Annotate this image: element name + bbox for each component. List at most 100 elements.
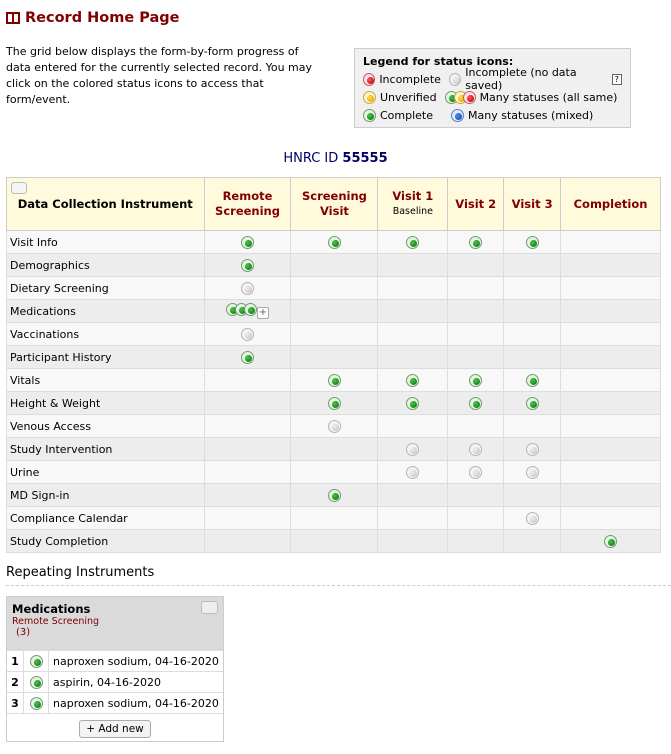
instrument-name: Visit Info: [6, 230, 205, 254]
table-row: Vitals: [6, 368, 661, 392]
list-item: 1 naproxen sodium, 04-16-2020: [7, 650, 223, 672]
status-cell: [560, 368, 661, 392]
complete-status-icon[interactable]: [29, 654, 43, 668]
status-cell: [447, 345, 505, 369]
complete-status-icon[interactable]: [327, 396, 341, 410]
status-cell: [560, 230, 661, 254]
status-cell: [377, 460, 449, 484]
event-name: Screening Visit: [301, 189, 367, 218]
complete-status-icon[interactable]: [469, 373, 483, 387]
status-cell: [377, 276, 449, 300]
instance-number: 2: [11, 675, 19, 689]
event-name: Visit 2: [455, 196, 497, 211]
complete-status-icon[interactable]: [29, 696, 43, 710]
table-row: Study Intervention: [6, 437, 661, 461]
complete-status-icon[interactable]: [525, 396, 539, 410]
status-cell: [503, 437, 562, 461]
complete-status-icon[interactable]: [469, 235, 483, 249]
status-cell: [447, 230, 505, 254]
status-cell: [290, 529, 379, 553]
add-new-button[interactable]: + Add new: [79, 720, 151, 738]
legend-incomplete: Incomplete: [379, 72, 441, 86]
record-id-label: HNRC ID: [283, 151, 339, 166]
status-cell: [290, 230, 379, 254]
status-cell: [23, 650, 49, 672]
complete-status-icon[interactable]: [469, 396, 483, 410]
legend-unverified: Unverified: [380, 90, 437, 104]
instrument-header-label: Data Collection Instrument: [17, 196, 193, 211]
status-cell: [560, 529, 661, 553]
complete-status-icon[interactable]: [406, 373, 420, 387]
complete-status-icon[interactable]: [525, 235, 539, 249]
status-cell: [503, 253, 562, 277]
instrument-name: MD Sign-in: [6, 483, 205, 507]
book-icon: [6, 12, 20, 24]
help-icon[interactable]: ?: [611, 73, 623, 85]
status-cell: [503, 299, 562, 323]
repeating-panel-header: Medications Remote Screening (3): [7, 597, 223, 650]
incomplete-no-data-status-icon[interactable]: [525, 465, 539, 479]
complete-status-icon[interactable]: [406, 396, 420, 410]
status-cell: [290, 391, 379, 415]
instrument-name: Urine: [6, 460, 205, 484]
collapse-icon[interactable]: [11, 182, 27, 194]
many-statuses-same-icon[interactable]: [226, 303, 257, 316]
complete-status-icon[interactable]: [327, 235, 341, 249]
table-row: Dietary Screening: [6, 276, 661, 300]
incomplete-no-data-status-icon[interactable]: [241, 327, 254, 341]
complete-status-icon[interactable]: [406, 235, 420, 249]
record-status-grid: Data Collection Instrument Remote Screen…: [6, 177, 661, 553]
instrument-name: Compliance Calendar: [6, 506, 205, 530]
status-cell: [290, 276, 379, 300]
table-row: MD Sign-in: [6, 483, 661, 507]
status-cell: [447, 529, 505, 553]
incomplete-no-data-status-icon[interactable]: [406, 465, 420, 479]
instance-label: naproxen sodium, 04-16-2020: [53, 696, 219, 710]
unverified-status-icon: [363, 90, 376, 104]
table-row: Visit Info: [6, 230, 661, 254]
complete-status-icon[interactable]: [241, 350, 254, 364]
complete-status-icon: [363, 108, 376, 122]
collapse-panel-icon[interactable]: [201, 601, 218, 614]
incomplete-no-data-status-icon[interactable]: [406, 442, 420, 456]
table-row: Vaccinations: [6, 322, 661, 346]
incomplete-no-data-status-icon[interactable]: [241, 281, 254, 295]
status-cell: [560, 437, 661, 461]
status-cell: [503, 506, 562, 530]
incomplete-no-data-status-icon[interactable]: [525, 442, 539, 456]
complete-status-icon[interactable]: [327, 488, 341, 502]
status-cell: [290, 506, 379, 530]
event-column-header: Remote Screening: [203, 177, 292, 231]
status-cell: [560, 391, 661, 415]
status-cell: [377, 414, 449, 438]
status-cell: [203, 230, 292, 254]
repeating-event-name: Remote Screening: [12, 616, 100, 627]
event-column-header: Screening Visit: [290, 177, 379, 231]
complete-status-icon[interactable]: [241, 258, 254, 272]
legend-many-same: Many statuses (all same): [479, 90, 618, 104]
incomplete-no-data-status-icon[interactable]: [469, 465, 483, 479]
event-column-header: Visit 2: [447, 177, 505, 231]
complete-status-icon[interactable]: [327, 373, 341, 387]
status-cell: [447, 437, 505, 461]
status-cell: [560, 345, 661, 369]
table-row: Venous Access: [6, 414, 661, 438]
incomplete-no-data-status-icon[interactable]: [327, 419, 341, 433]
add-instance-icon[interactable]: +: [257, 307, 269, 319]
status-cell: [503, 414, 562, 438]
status-cell: [503, 529, 562, 553]
instance-label: aspirin, 04-16-2020: [53, 675, 161, 689]
status-cell: [203, 391, 292, 415]
instrument-name: Medications: [6, 299, 205, 323]
complete-status-icon[interactable]: [241, 235, 254, 249]
complete-status-icon[interactable]: [604, 534, 618, 548]
event-column-header: Visit 1 Baseline: [377, 177, 449, 231]
incomplete-no-data-status-icon[interactable]: [469, 442, 483, 456]
complete-status-icon[interactable]: [29, 675, 43, 689]
status-cell: [377, 253, 449, 277]
status-cell: [377, 322, 449, 346]
complete-status-icon[interactable]: [525, 373, 539, 387]
table-row: Participant History: [6, 345, 661, 369]
instance-label: naproxen sodium, 04-16-2020: [53, 654, 219, 668]
incomplete-no-data-status-icon[interactable]: [525, 511, 539, 525]
